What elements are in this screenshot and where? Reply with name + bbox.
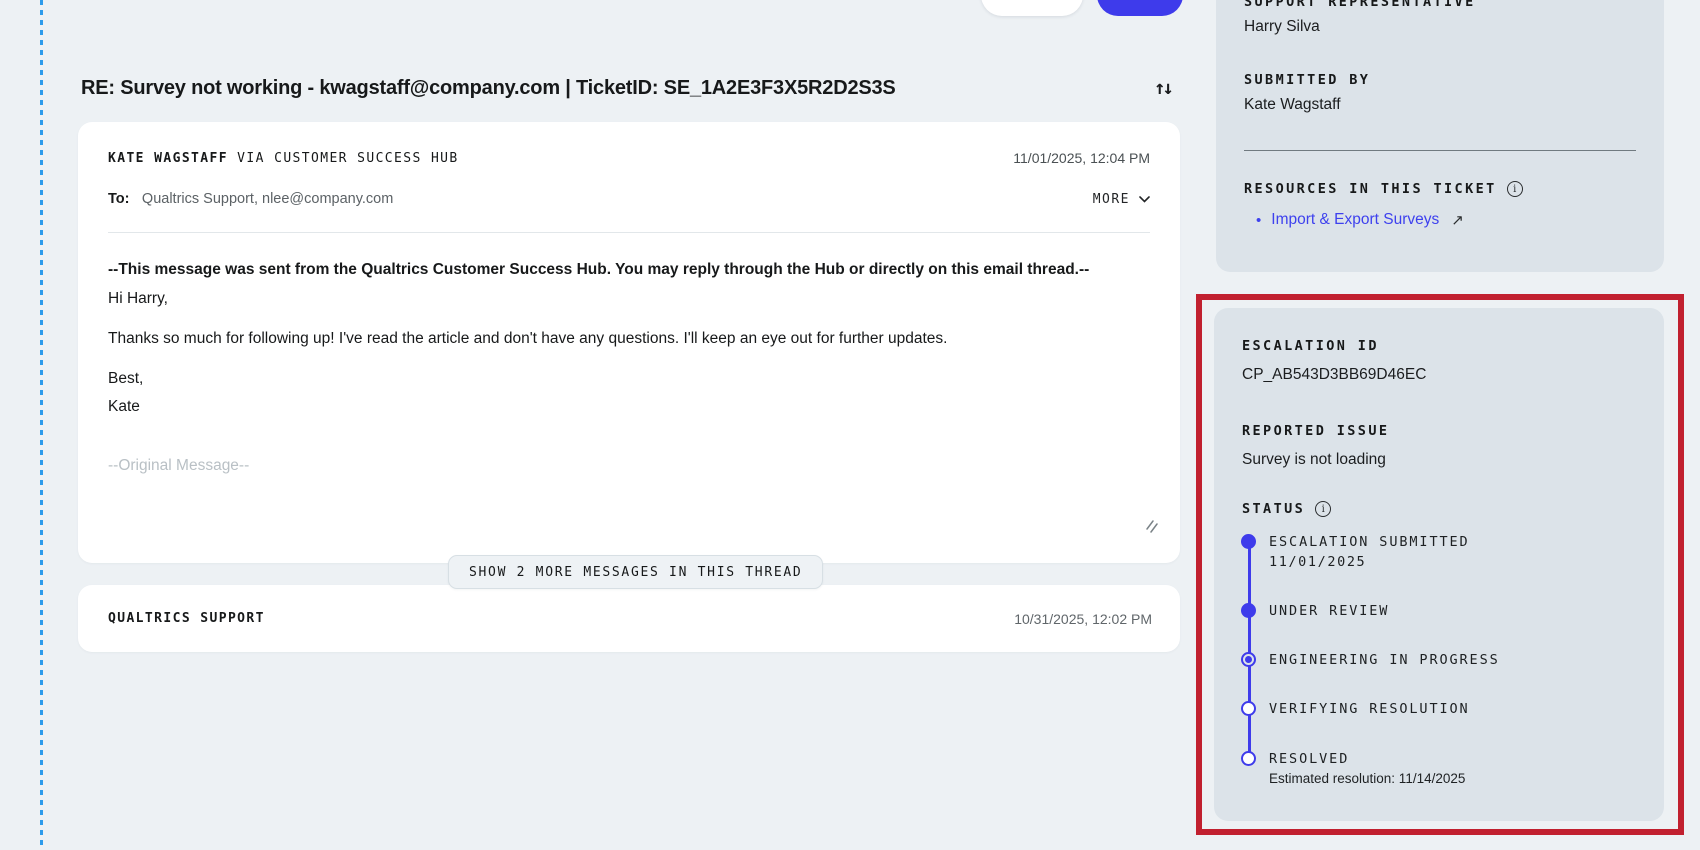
submitted-by-value: Kate Wagstaff: [1244, 96, 1341, 113]
body-line: Kate: [108, 398, 140, 415]
external-link-icon[interactable]: ↗: [1451, 211, 1464, 229]
reported-issue-label: REPORTED ISSUE: [1242, 423, 1390, 439]
chevron-down-icon: [1139, 195, 1150, 203]
body-line: Hi Harry,: [108, 290, 168, 307]
email-message-expanded: KATE WAGSTAFF VIA CUSTOMER SUCCESS HUB 1…: [78, 122, 1180, 563]
escalation-id-label: ESCALATION ID: [1242, 338, 1379, 354]
timeline-step-resolved: RESOLVED Estimated resolution: 11/14/202…: [1241, 750, 1465, 787]
message-sender-line: KATE WAGSTAFF VIA CUSTOMER SUCCESS HUB: [108, 151, 459, 166]
step-label: VERIFYING RESOLUTION: [1269, 701, 1470, 717]
resource-link[interactable]: Import & Export Surveys: [1271, 211, 1439, 229]
submitted-by-label: SUBMITTED BY: [1244, 72, 1371, 88]
sender-name: KATE WAGSTAFF: [108, 150, 228, 166]
message-divider: [108, 232, 1150, 233]
bullet-icon: •: [1256, 211, 1262, 229]
reported-issue-value: Survey is not loading: [1242, 451, 1386, 468]
support-rep-label: SUPPORT REPRESENTATIVE: [1244, 0, 1476, 10]
message-header-row: KATE WAGSTAFF VIA CUSTOMER SUCCESS HUB 1…: [108, 150, 1150, 166]
ticket-info-panel: SUPPORT REPRESENTATIVE Harry Silva SUBMI…: [1216, 0, 1664, 272]
step-estimated-resolution: Estimated resolution: 11/14/2025: [1269, 771, 1466, 786]
customer-success-hub-page: CANCEL SEND RE: Survey not working - kwa…: [0, 0, 1700, 850]
resize-handle-icon[interactable]: [1142, 519, 1158, 539]
message-recipients-row: To: Qualtrics Support, nlee@company.com …: [108, 190, 1150, 208]
step-label: UNDER REVIEW: [1269, 603, 1390, 619]
step-upcoming-dot-icon: [1241, 700, 1256, 716]
status-label: STATUS: [1242, 501, 1306, 517]
thread-subject: RE: Survey not working - kwagstaff@compa…: [81, 76, 896, 99]
sender-via: VIA CUSTOMER SUCCESS HUB: [227, 150, 459, 166]
send-button-label: SEND: [1121, 0, 1158, 3]
step-label: RESOLVED: [1269, 751, 1350, 767]
timeline-step-engineering-in-progress: ENGINEERING IN PROGRESS: [1241, 651, 1500, 669]
sidebar-divider: [1244, 150, 1636, 151]
timeline-step-escalation-submitted: ESCALATION SUBMITTED 11/01/2025: [1241, 533, 1470, 570]
message-timestamp: 11/01/2025, 12:04 PM: [1013, 150, 1150, 166]
escalation-panel: ESCALATION ID CP_AB543D3BB69D46EC REPORT…: [1214, 308, 1664, 821]
to-label: To:: [108, 191, 130, 207]
step-date: 11/01/2025: [1269, 554, 1367, 570]
panel-resize-divider[interactable]: [40, 0, 43, 850]
original-message-marker: --Original Message--: [108, 457, 250, 474]
recipients-list: Qualtrics Support, nlee@company.com: [141, 191, 394, 207]
body-line: Thanks so much for following up! I've re…: [108, 330, 948, 347]
step-label: ENGINEERING IN PROGRESS: [1269, 652, 1500, 668]
step-current-dot-icon: [1241, 651, 1256, 667]
step-done-dot-icon: [1241, 602, 1256, 618]
timeline-step-verifying-resolution: VERIFYING RESOLUTION: [1241, 700, 1470, 718]
info-icon[interactable]: i: [1506, 181, 1523, 197]
escalation-highlight-box: ESCALATION ID CP_AB543D3BB69D46EC REPORT…: [1196, 294, 1684, 835]
timeline-connector: [1247, 541, 1251, 758]
escalation-id-value: CP_AB543D3BB69D46EC: [1242, 366, 1427, 383]
sender-name: QUALTRICS SUPPORT: [108, 611, 265, 626]
thread-header: RE: Survey not working - kwagstaff@compa…: [81, 70, 1177, 106]
step-label: ESCALATION SUBMITTED: [1269, 534, 1470, 550]
resources-label: RESOURCES IN THIS TICKET: [1244, 181, 1497, 197]
step-upcoming-dot-icon: [1241, 750, 1256, 766]
send-button[interactable]: SEND: [1097, 0, 1183, 16]
show-more-messages-button[interactable]: SHOW 2 MORE MESSAGES IN THIS THREAD: [448, 555, 824, 589]
more-dropdown-button[interactable]: MORE: [1093, 192, 1150, 207]
message-body: --This message was sent from the Qualtri…: [108, 255, 1150, 479]
message-timestamp: 10/31/2025, 12:02 PM: [1014, 610, 1152, 627]
support-rep-value: Harry Silva: [1244, 18, 1320, 35]
hub-notice-text: --This message was sent from the Qualtri…: [108, 261, 1090, 278]
sort-messages-icon[interactable]: ↑↓: [1154, 77, 1177, 99]
info-icon[interactable]: i: [1315, 501, 1332, 517]
resource-list-item: • Import & Export Surveys ↗: [1244, 211, 1636, 229]
cancel-button-label: CANCEL: [1004, 0, 1060, 3]
step-done-dot-icon: [1241, 533, 1256, 549]
timeline-step-under-review: UNDER REVIEW: [1241, 602, 1389, 620]
more-label: MORE: [1092, 191, 1130, 207]
cancel-button[interactable]: CANCEL: [981, 0, 1083, 16]
body-line: Best,: [108, 370, 144, 387]
email-message-collapsed[interactable]: QUALTRICS SUPPORT 10/31/2025, 12:02 PM: [78, 585, 1180, 652]
recipients-group: To: Qualtrics Support, nlee@company.com: [108, 190, 393, 208]
